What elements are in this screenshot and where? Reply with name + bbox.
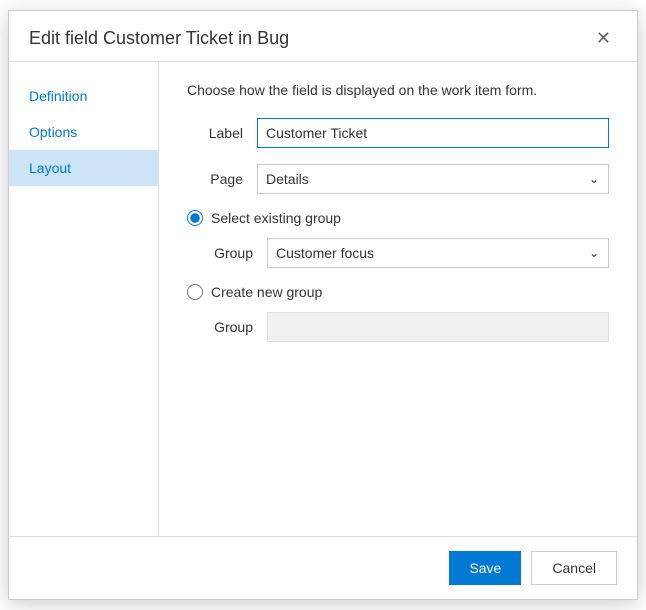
page-select[interactable]: Details — [257, 164, 609, 194]
radio-section: Select existing group Group Customer foc… — [187, 210, 609, 342]
sidebar: Definition Options Layout — [9, 62, 159, 536]
group-select-wrapper: Customer focus ⌄ — [267, 238, 609, 268]
form-description: Choose how the field is displayed on the… — [187, 82, 609, 98]
select-existing-radio-row: Select existing group — [187, 210, 609, 226]
select-existing-label[interactable]: Select existing group — [211, 210, 341, 226]
sidebar-item-options[interactable]: Options — [9, 114, 158, 150]
page-select-wrapper: Details ⌄ — [257, 164, 609, 194]
new-group-row: Group — [211, 312, 609, 342]
dialog-header: Edit field Customer Ticket in Bug ✕ — [9, 11, 637, 62]
dialog-title: Edit field Customer Ticket in Bug — [29, 28, 289, 49]
close-button[interactable]: ✕ — [590, 27, 617, 49]
cancel-button[interactable]: Cancel — [531, 551, 617, 585]
sidebar-item-layout[interactable]: Layout — [9, 150, 158, 186]
dialog-body: Definition Options Layout Choose how the… — [9, 62, 637, 536]
select-existing-radio[interactable] — [187, 210, 203, 226]
new-group-input-disabled — [267, 312, 609, 342]
page-row: Page Details ⌄ — [187, 164, 609, 194]
group-select[interactable]: Customer focus — [267, 238, 609, 268]
label-row: Label — [187, 118, 609, 148]
main-content: Choose how the field is displayed on the… — [159, 62, 637, 536]
create-new-radio-row: Create new group — [187, 284, 609, 300]
save-button[interactable]: Save — [449, 551, 521, 585]
create-new-radio[interactable] — [187, 284, 203, 300]
edit-field-dialog: Edit field Customer Ticket in Bug ✕ Defi… — [8, 10, 638, 600]
page-field-label: Page — [187, 171, 257, 187]
sidebar-item-definition[interactable]: Definition — [9, 78, 158, 114]
new-group-field-label: Group — [211, 319, 267, 335]
group-field-label: Group — [211, 245, 267, 261]
label-field-label: Label — [187, 125, 257, 141]
dialog-footer: Save Cancel — [9, 536, 637, 599]
group-row: Group Customer focus ⌄ — [211, 238, 609, 268]
label-input[interactable] — [257, 118, 609, 148]
create-new-label[interactable]: Create new group — [211, 284, 322, 300]
